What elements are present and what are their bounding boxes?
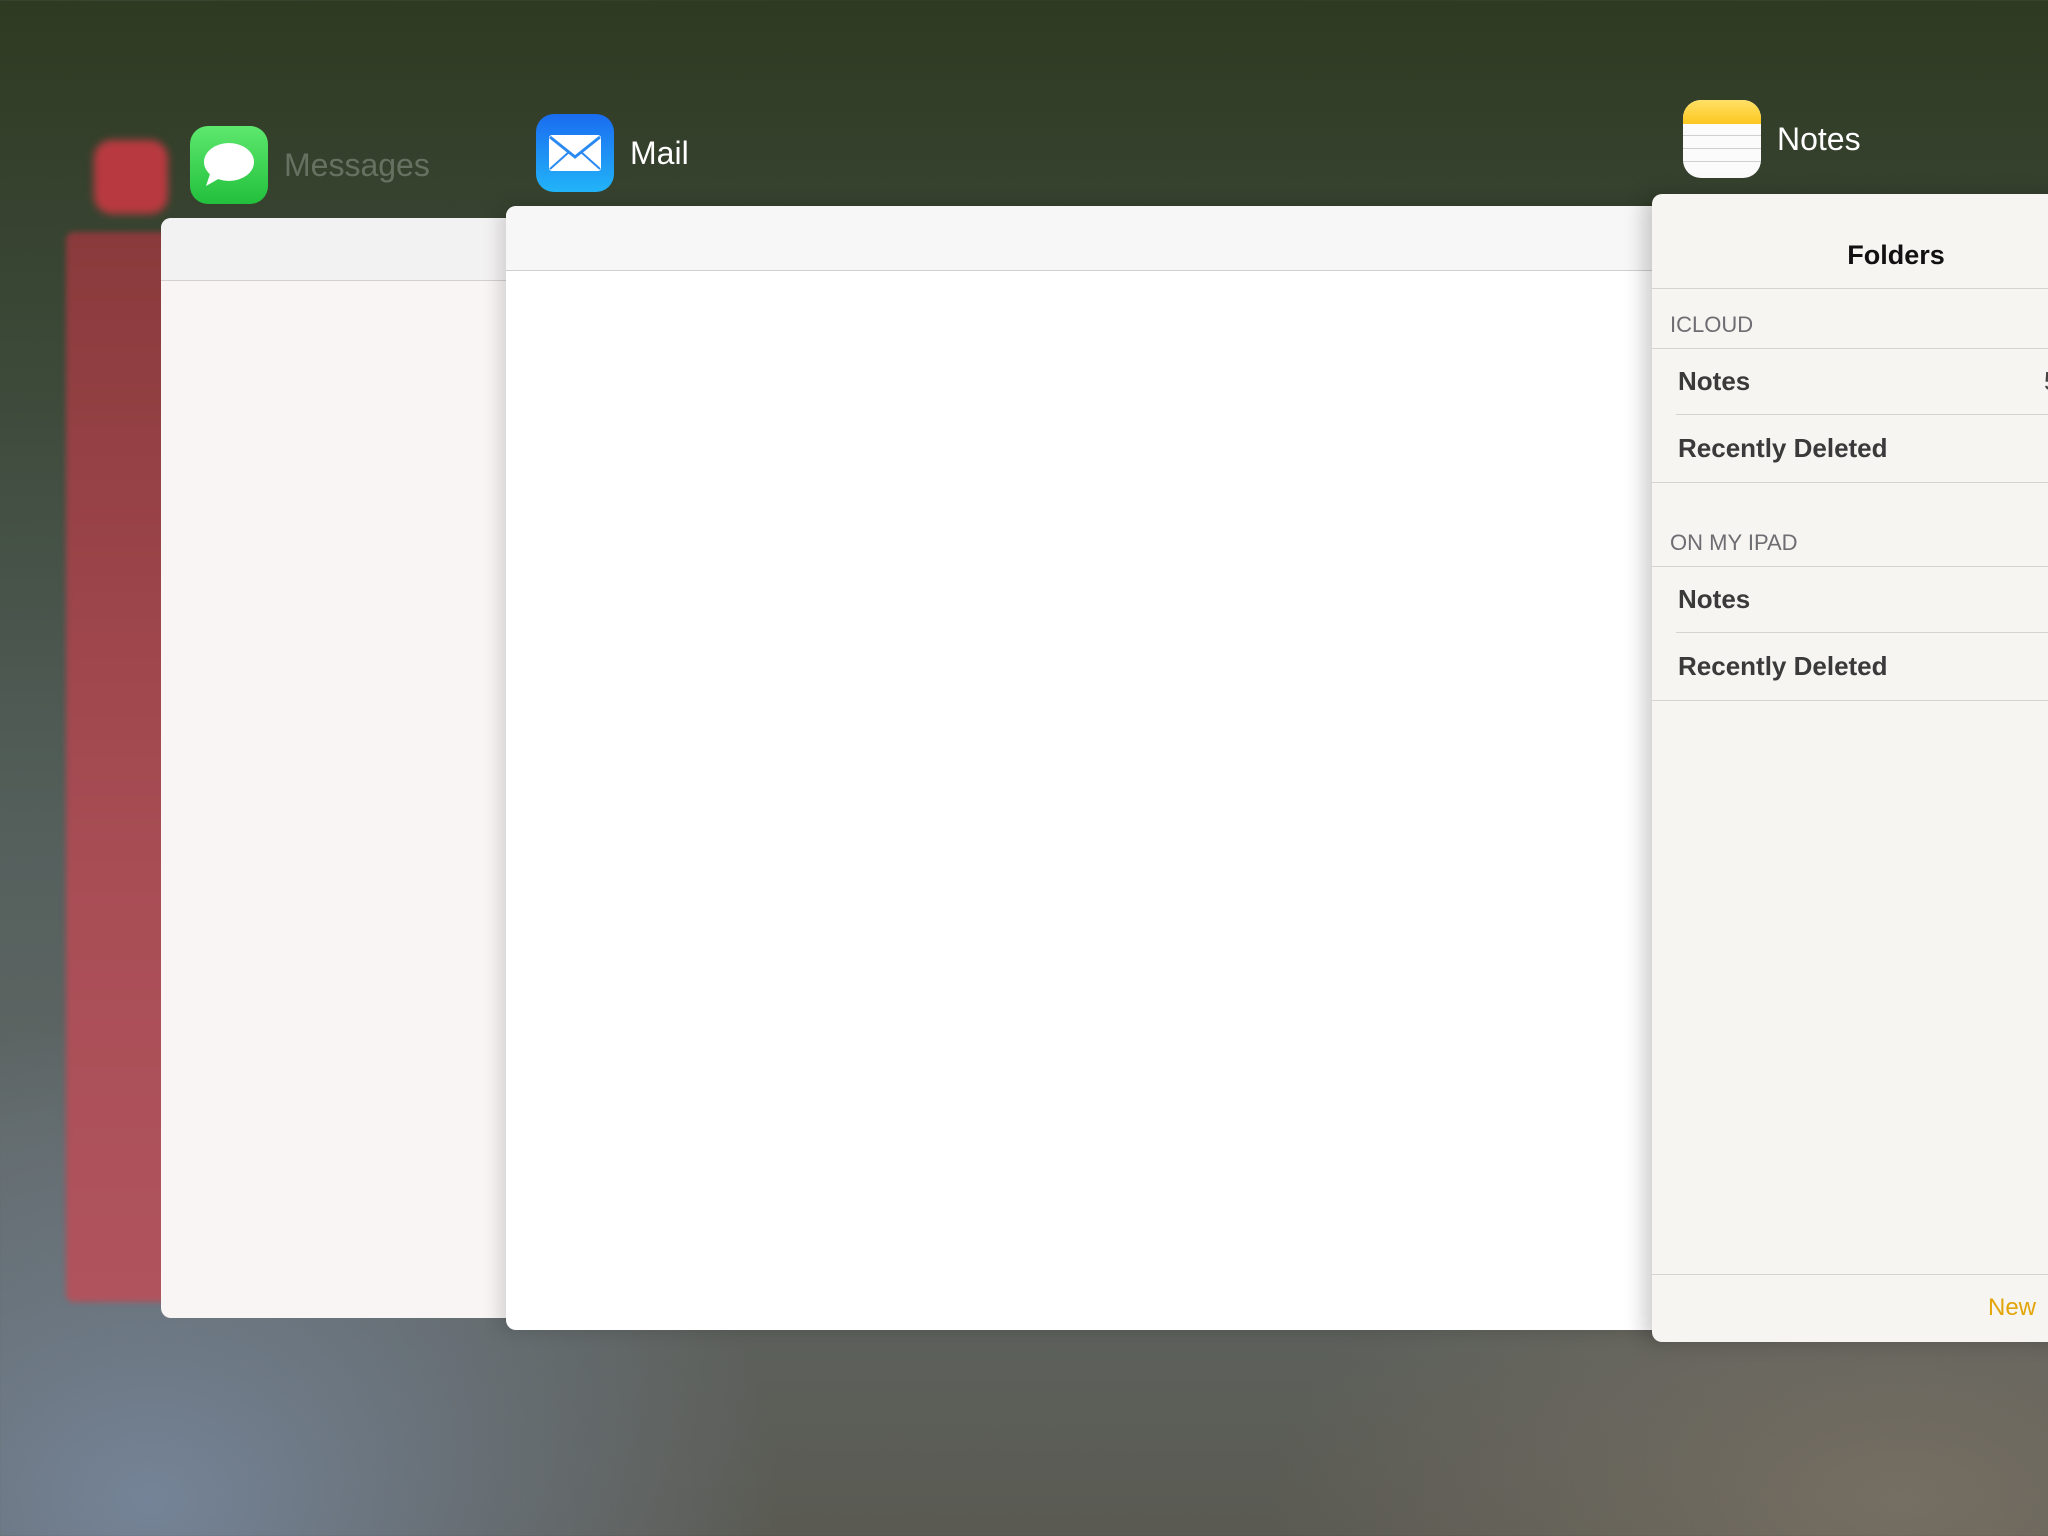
divider [1652, 700, 2048, 701]
notes-icon [1683, 100, 1761, 178]
divider [1652, 482, 2048, 483]
notes-app-name: Notes [1777, 120, 1861, 157]
divider [1652, 348, 2048, 349]
contacts-app-icon[interactable] [94, 140, 168, 214]
notes-app-card[interactable]: Folders ICLOUD Notes 5 Recently Deleted … [1652, 194, 2048, 1342]
folder-row-ipad-recently-deleted[interactable]: Recently Deleted [1678, 651, 1888, 682]
folder-row-ipad-notes[interactable]: Notes [1678, 584, 1750, 615]
messages-app-card[interactable] [161, 218, 521, 1318]
toolbar-divider [1652, 1274, 2048, 1275]
divider [1652, 566, 2048, 567]
folder-count-icloud-notes: 5 [2044, 366, 2048, 397]
new-folder-button[interactable]: New [1988, 1294, 2036, 1322]
mail-nav-bar [506, 206, 1676, 271]
section-header-icloud: ICLOUD [1670, 312, 1754, 337]
folder-row-icloud-notes[interactable]: Notes [1678, 366, 1750, 397]
messages-app-label[interactable]: Messages [190, 126, 430, 204]
mail-icon [536, 114, 614, 192]
folders-title: Folders [1847, 240, 1945, 270]
messages-nav-bar [161, 218, 521, 281]
divider [1676, 632, 2048, 633]
section-header-on-my-ipad: ON MY IPAD [1670, 530, 1798, 555]
mail-app-label[interactable]: Mail [536, 114, 689, 192]
messages-icon [190, 126, 268, 204]
divider [1676, 414, 2048, 415]
mail-app-card[interactable] [506, 206, 1676, 1330]
notes-app-label[interactable]: Notes [1683, 100, 1861, 178]
divider [1652, 288, 2048, 289]
folder-row-icloud-recently-deleted[interactable]: Recently Deleted [1678, 433, 1888, 464]
mail-app-name: Mail [630, 134, 689, 171]
messages-app-name: Messages [284, 146, 430, 183]
